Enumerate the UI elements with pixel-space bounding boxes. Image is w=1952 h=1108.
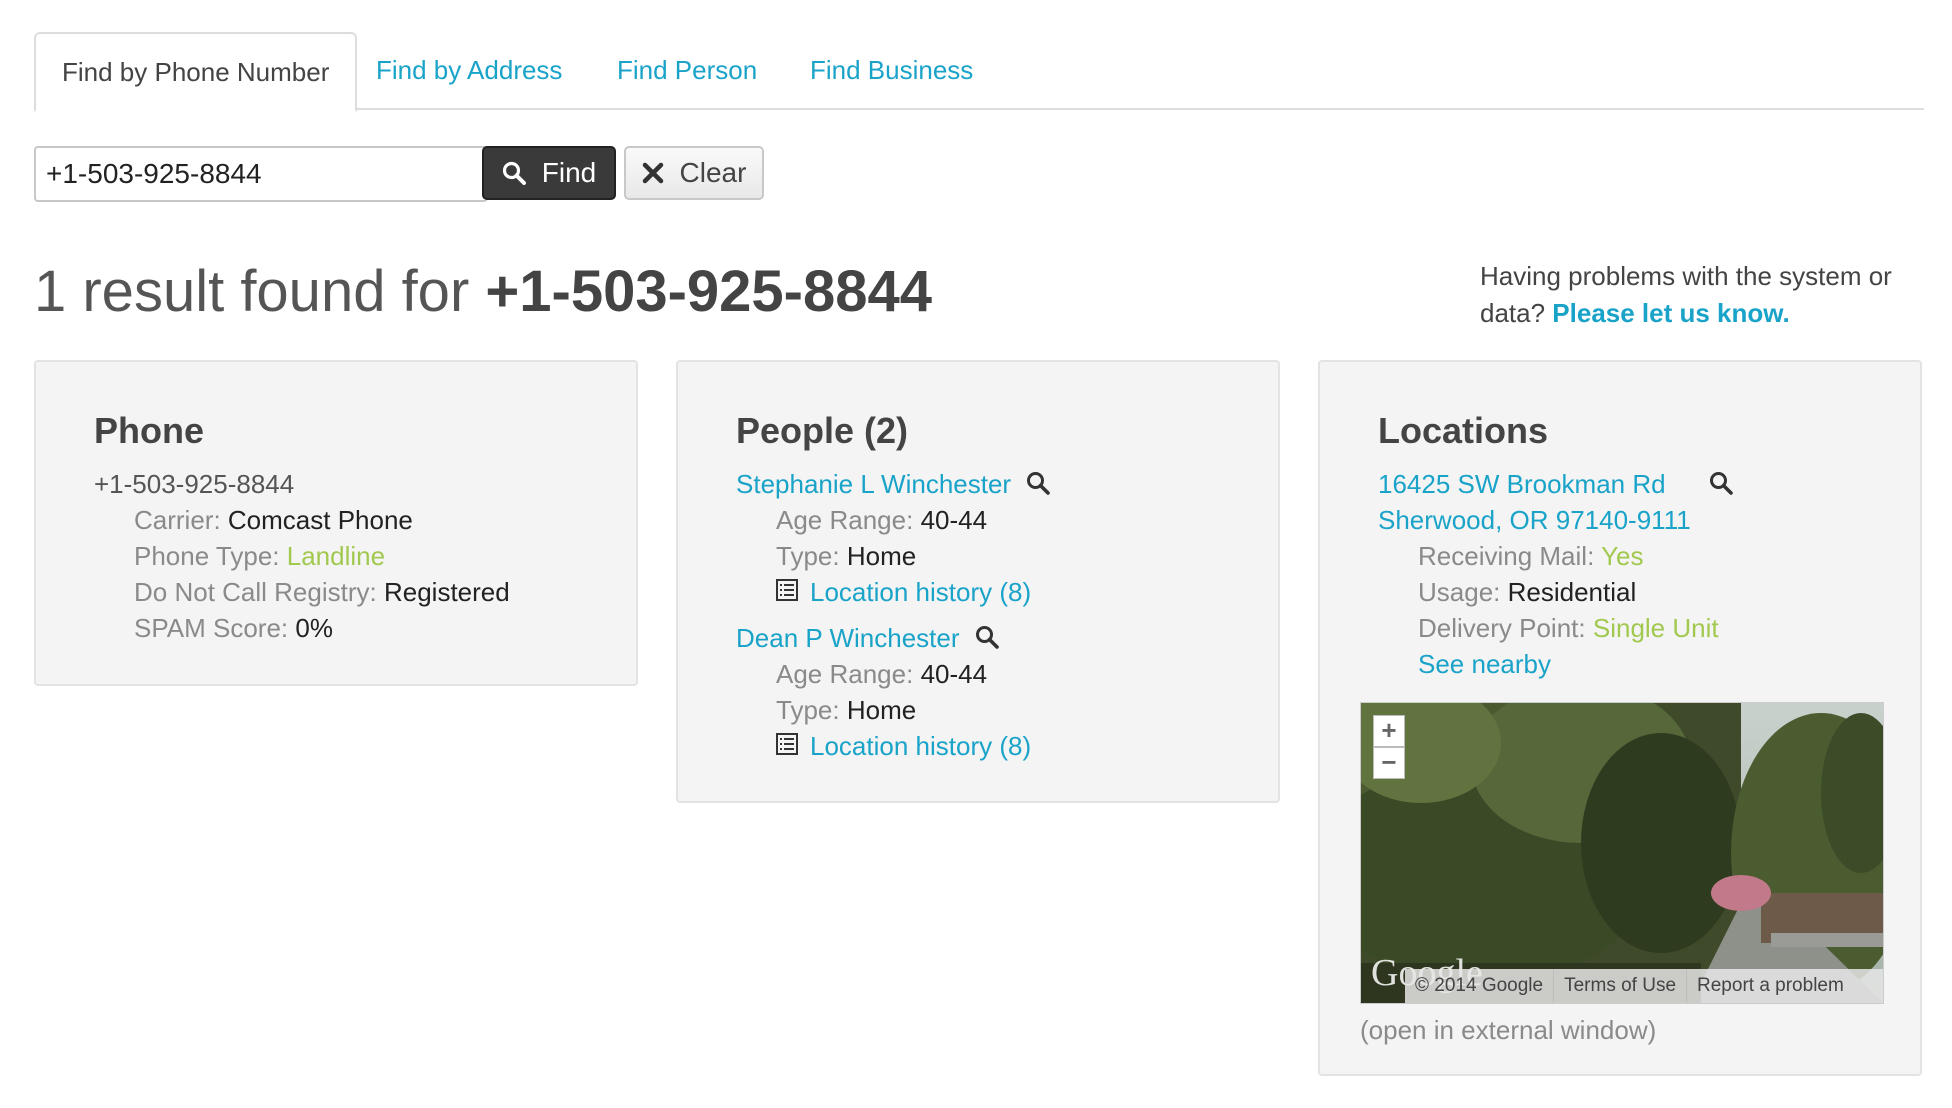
address-line-1-row: 16425 SW Brookman Rd — [1378, 466, 1733, 502]
type-value: Home — [846, 541, 917, 571]
phone-panel: Phone +1-503-925-8844 Carrier: Comcast P… — [34, 360, 638, 686]
report-problem-link[interactable]: Report a problem — [1686, 969, 1854, 1003]
spam-value: 0% — [295, 613, 333, 643]
dnc-row: Do Not Call Registry: Registered — [134, 574, 510, 610]
age-range-label: Age Range: — [776, 505, 914, 535]
clear-button-label: Clear — [679, 157, 747, 188]
person-item: Dean P Winchester — [736, 620, 999, 656]
locations-panel-title: Locations — [1378, 410, 1549, 451]
search-icon[interactable] — [1026, 471, 1051, 495]
age-range-row: Age Range: 40-44 — [776, 502, 987, 538]
age-range-value: 40-44 — [920, 659, 988, 689]
delivery-point-row: Delivery Point: Single Unit — [1418, 610, 1719, 646]
result-heading-prefix: 1 result found for — [34, 259, 486, 324]
usage-value: Residential — [1507, 577, 1637, 607]
age-range-value: 40-44 — [920, 505, 988, 535]
locations-panel: Locations 16425 SW Brookman Rd Sherwood,… — [1318, 360, 1922, 1076]
phone-type-value: Landline — [286, 541, 386, 571]
search-icon — [502, 161, 526, 185]
tab-find-person[interactable]: Find Person — [617, 32, 757, 108]
search-icon[interactable] — [1709, 471, 1733, 495]
usage-row: Usage: Residential — [1418, 574, 1636, 610]
result-heading: 1 result found for +1-503-925-8844 — [34, 258, 932, 325]
receiving-mail-row: Receiving Mail: Yes — [1418, 538, 1643, 574]
location-history-row: Location history (8) — [776, 574, 1031, 610]
terms-of-use-link[interactable]: Terms of Use — [1553, 969, 1686, 1003]
street-view-map[interactable]: + − Google © 2014 Google Terms of Use Re… — [1360, 702, 1884, 1004]
people-panel-title: People (2) — [736, 410, 909, 451]
clear-button[interactable]: Clear — [624, 146, 764, 200]
type-row: Type: Home — [776, 692, 916, 728]
people-panel: People (2) Stephanie L Winchester Age Ra… — [676, 360, 1280, 803]
phone-panel-title: Phone — [94, 410, 205, 451]
receiving-mail-label: Receiving Mail: — [1418, 541, 1595, 571]
delivery-point-label: Delivery Point: — [1418, 613, 1586, 643]
person-item: Stephanie L Winchester — [736, 466, 1051, 502]
result-heading-number: +1-503-925-8844 — [485, 259, 933, 324]
list-icon — [776, 733, 798, 756]
phone-number: +1-503-925-8844 — [94, 469, 295, 499]
type-row: Type: Home — [776, 538, 916, 574]
dnc-label: Do Not Call Registry: — [134, 577, 377, 607]
spam-label: SPAM Score: — [134, 613, 289, 643]
zoom-in-button[interactable]: + — [1373, 715, 1405, 747]
person-name-link[interactable]: Dean P Winchester — [736, 623, 960, 653]
page: Find by Phone Number Find by Address Fin… — [0, 0, 1952, 1108]
delivery-point-value: Single Unit — [1592, 613, 1719, 643]
receiving-mail-value: Yes — [1601, 541, 1644, 571]
person-name-link[interactable]: Stephanie L Winchester — [736, 469, 1011, 499]
carrier-value: Comcast Phone — [227, 505, 413, 535]
carrier-row: Carrier: Comcast Phone — [134, 502, 413, 538]
location-history-link[interactable]: Location history (8) — [810, 731, 1031, 761]
type-label: Type: — [776, 541, 840, 571]
phone-search-input[interactable] — [34, 146, 488, 202]
find-button[interactable]: Find — [482, 146, 616, 200]
search-icon[interactable] — [975, 625, 999, 649]
find-button-label: Find — [541, 157, 597, 188]
zoom-out-button[interactable]: − — [1373, 747, 1405, 779]
dnc-value: Registered — [383, 577, 510, 607]
search-tabs: Find by Phone Number Find by Address Fin… — [34, 32, 1924, 112]
usage-label: Usage: — [1418, 577, 1501, 607]
feedback-link[interactable]: Please let us know. — [1552, 298, 1789, 328]
address-line-2-link[interactable]: Sherwood, OR 97140-9111 — [1378, 502, 1691, 538]
carrier-label: Carrier: — [134, 505, 221, 535]
spam-row: SPAM Score: 0% — [134, 610, 333, 646]
tab-find-by-phone[interactable]: Find by Phone Number — [34, 32, 358, 112]
type-label: Type: — [776, 695, 840, 725]
age-range-row: Age Range: 40-44 — [776, 656, 987, 692]
close-icon — [642, 162, 663, 184]
map-attribution-bar: © 2014 Google Terms of Use Report a prob… — [1405, 969, 1883, 1003]
tab-find-business[interactable]: Find Business — [810, 32, 973, 108]
age-range-label: Age Range: — [776, 659, 914, 689]
phone-type-label: Phone Type: — [134, 541, 280, 571]
address-line-1-link[interactable]: 16425 SW Brookman Rd — [1378, 469, 1666, 499]
location-history-row: Location history (8) — [776, 728, 1031, 764]
see-nearby-link[interactable]: See nearby — [1418, 646, 1551, 682]
type-value: Home — [846, 695, 917, 725]
map-copyright: © 2014 Google — [1415, 975, 1544, 996]
phone-type-row: Phone Type: Landline — [134, 538, 385, 574]
list-icon — [776, 579, 798, 602]
tab-find-by-address[interactable]: Find by Address — [376, 32, 562, 108]
help-text: Having problems with the system or data?… — [1480, 258, 1920, 332]
location-history-link[interactable]: Location history (8) — [810, 577, 1031, 607]
open-external-link[interactable]: (open in external window) — [1360, 1012, 1656, 1048]
